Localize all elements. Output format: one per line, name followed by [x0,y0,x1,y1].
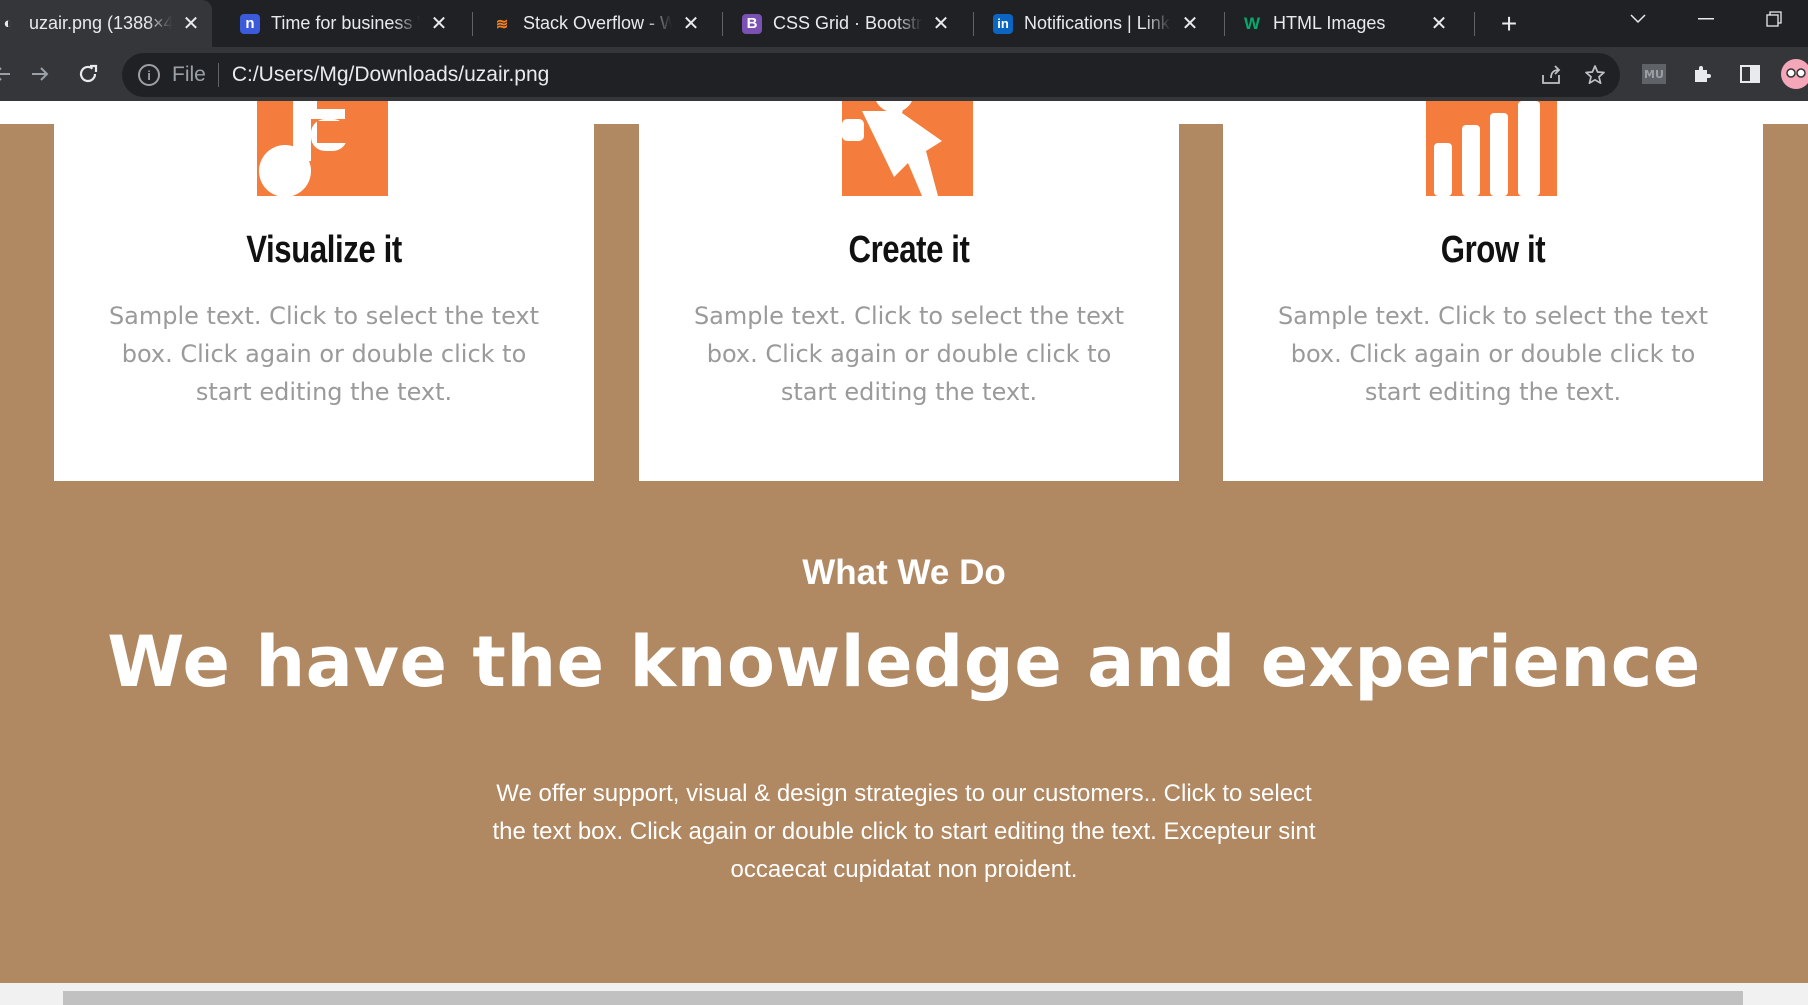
linkedin-icon: in [993,13,1013,34]
forward-arrow-icon [32,67,49,81]
browser-toolbar: i File C:/Users/Mg/Downloads/uzair.png M… [0,47,1808,101]
back-button[interactable] [0,57,20,91]
notion-n-icon: n [240,13,260,34]
card-title: Create it [848,229,970,271]
close-icon[interactable]: ✕ [1179,13,1201,35]
card-visualize: Visualize it Sample text. Click to selec… [54,101,594,481]
card-create: Create it Sample text. Click to select t… [639,101,1179,481]
tab-notifications-linkedin[interactable]: in Notifications | Linke ✕ [993,0,1211,47]
tab-search-button[interactable] [1608,0,1668,38]
tab-divider [973,12,974,36]
horizontal-scrollbar[interactable] [0,983,1808,1005]
tab-css-grid-bootstrap[interactable]: B CSS Grid · Bootstrap ✕ [742,0,962,47]
stack-overflow-icon: ≋ [495,15,509,33]
card-text: Sample text. Click to select the text bo… [693,302,1125,406]
tab-title: uzair.png (1388×48 [29,13,172,33]
tab-uzair-png[interactable]: ◐ uzair.png (1388×48 ✕ [0,0,212,47]
close-icon[interactable]: ✕ [680,13,702,35]
omnibox-actions [1536,60,1610,90]
minimize-icon [1698,18,1714,20]
card-title: Grow it [1440,229,1546,271]
grow-bar-chart-icon [1426,101,1557,196]
tab-title: Stack Overflow - Wi [523,13,672,33]
scrollbar-thumb[interactable] [63,991,1743,1005]
visualize-icon [257,101,388,196]
profile-avatar-button[interactable] [1778,57,1808,91]
section-body: We offer support, visual & design strate… [492,780,1316,883]
bookmark-star-icon[interactable] [1580,60,1610,90]
forward-button[interactable] [22,57,58,91]
tab-title: HTML Images [1273,13,1386,33]
tab-title: Notifications | Linke [1024,13,1171,33]
reload-button[interactable] [70,57,106,91]
close-icon[interactable]: ✕ [428,13,450,35]
tab-time-for-business[interactable]: n Time for business W ✕ [240,0,460,47]
bootstrap-b-icon: B [742,13,762,34]
side-panel-icon [1740,65,1760,83]
card-title: Visualize it [246,229,402,271]
section-eyebrow: What We Do [802,553,1006,592]
puzzle-icon [1695,66,1711,82]
minimize-button[interactable] [1676,0,1736,38]
restore-button[interactable] [1744,0,1804,38]
avatar [1781,59,1808,89]
w3schools-icon: W [1243,13,1261,33]
extension-mu-icon: MU [1642,64,1666,84]
extensions-button[interactable] [1684,57,1720,91]
svg-text:MU: MU [1644,68,1664,81]
close-icon[interactable]: ✕ [180,13,202,35]
card-grow: Grow it Sample text. Click to select the… [1223,101,1763,481]
restore-icon [1766,11,1782,27]
tab-divider [1474,12,1475,36]
url-scheme-label: File [172,63,206,86]
tab-strip: ◐ uzair.png (1388×48 ✕ n Time for busine… [0,0,1808,47]
chevron-down-icon [1630,14,1646,24]
side-panel-button[interactable] [1732,57,1768,91]
section-heading: We have the knowledge and experience [107,621,1701,703]
image-viewport: Visualize it Sample text. Click to selec… [0,101,1808,983]
omnibox-divider [217,63,219,87]
address-bar[interactable]: i File C:/Users/Mg/Downloads/uzair.png [122,53,1620,97]
tab-title: Time for business W [271,13,420,33]
new-tab-button[interactable]: + [1492,7,1526,41]
site-info-icon[interactable]: i [138,64,160,86]
reload-icon [79,64,98,83]
share-icon[interactable] [1536,60,1566,90]
tab-divider [472,12,473,36]
card-text: Sample text. Click to select the text bo… [108,302,540,406]
url-text[interactable]: C:/Users/Mg/Downloads/uzair.png [232,63,549,87]
create-icon [842,101,973,196]
tab-title: CSS Grid · Bootstrap [773,13,922,33]
close-icon[interactable]: ✕ [930,13,952,35]
tab-divider [1224,12,1225,36]
tab-stack-overflow[interactable]: ≋ Stack Overflow - Wi ✕ [492,0,712,47]
back-arrow-icon [0,67,10,81]
card-text: Sample text. Click to select the text bo… [1277,302,1709,406]
close-icon[interactable]: ✕ [1428,13,1450,35]
tab-html-images[interactable]: W HTML Images ✕ [1242,0,1460,47]
tab-divider [722,12,723,36]
image-file-icon: ◐ [3,15,13,32]
extension-mu-button[interactable]: MU [1636,57,1672,91]
